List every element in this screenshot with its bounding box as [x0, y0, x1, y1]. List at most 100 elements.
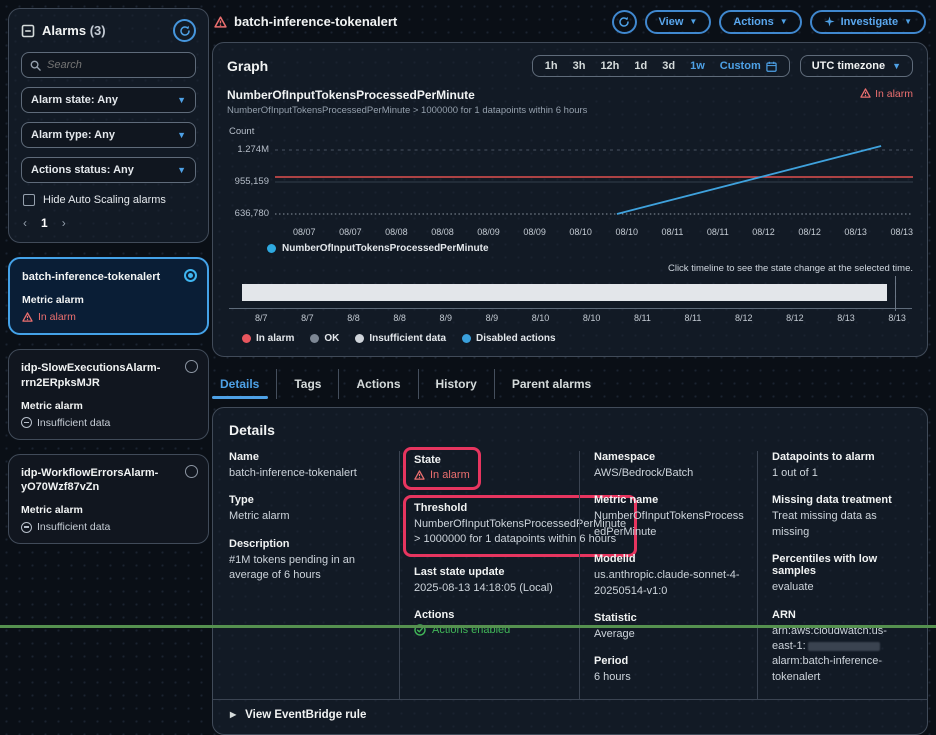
legend-dot-disabled: [462, 334, 471, 343]
page-number[interactable]: 1: [41, 216, 48, 230]
alarm-search: [21, 52, 196, 78]
caret-down-icon: ▼: [780, 17, 788, 26]
range-3h[interactable]: 3h: [573, 60, 586, 72]
search-input[interactable]: [47, 59, 187, 71]
alarm-name-value: batch-inference-tokenalert: [229, 466, 389, 481]
legend-dot-ok: [310, 334, 319, 343]
search-icon: [30, 60, 41, 71]
graph-panel: Graph 1h 3h 12h 1d 3d 1w Custom UTC time…: [212, 42, 928, 357]
timeline-ticks: 8/78/78/88/88/98/98/108/108/118/118/128/…: [229, 308, 912, 323]
insufficient-data-icon: [21, 417, 32, 428]
range-1d[interactable]: 1d: [634, 60, 647, 72]
details-col-3: NamespaceAWS/Bedrock/Batch Metric nameNu…: [579, 451, 757, 699]
chart-legend: NumberOfInputTokensProcessedPerMinute: [267, 243, 913, 254]
tab-details[interactable]: Details: [212, 369, 276, 399]
refresh-button[interactable]: [612, 10, 637, 34]
warning-triangle-icon: [414, 470, 425, 480]
next-page-button[interactable]: ›: [62, 216, 66, 230]
hide-autoscaling-label: Hide Auto Scaling alarms: [43, 194, 166, 206]
warning-triangle-icon: [860, 88, 871, 98]
caret-down-icon: ▼: [177, 130, 186, 140]
legend-dot-metric: [267, 244, 276, 253]
alarm-type-filter[interactable]: Alarm type: Any▼: [21, 122, 196, 148]
details-col-4: Datapoints to alarm1 out of 1 Missing da…: [757, 451, 911, 699]
pagination: ‹ 1 ›: [23, 216, 194, 230]
expander-triangle-icon: ▶: [230, 710, 236, 719]
collapse-panel-icon[interactable]: [21, 24, 35, 38]
graph-state-badge: In alarm: [860, 88, 913, 116]
details-col-1: Namebatch-inference-tokenalert TypeMetri…: [229, 451, 399, 699]
sparkle-icon: [824, 16, 835, 27]
caret-down-icon: ▼: [904, 17, 912, 26]
redacted-account-id: [808, 642, 880, 651]
range-3d[interactable]: 3d: [662, 60, 675, 72]
timeline-bar-insufficient[interactable]: [242, 284, 887, 301]
radio-unselected-icon[interactable]: [185, 465, 198, 478]
chart-plot-area: [275, 140, 913, 224]
arn-value: arn:aws:cloudwatch:us-east-1:alarm:batch…: [772, 624, 901, 686]
metric-subtitle: NumberOfInputTokensProcessedPerMinute > …: [227, 105, 587, 116]
details-panel: Details Namebatch-inference-tokenalert T…: [212, 407, 928, 735]
state-value: In alarm: [414, 469, 470, 481]
timeline-legend: In alarm OK Insufficient data Disabled a…: [242, 333, 913, 344]
y-axis-label: Count: [229, 126, 913, 137]
page-header: batch-inference-tokenalert View▼ Actions…: [212, 8, 928, 35]
tab-history[interactable]: History: [418, 369, 494, 399]
state-annotation-box: State In alarm: [403, 447, 481, 490]
refresh-icon: [618, 16, 630, 28]
metric-chart[interactable]: 1.274M 955,159 636,780: [227, 140, 913, 224]
refresh-icon: [179, 25, 191, 37]
alarm-list-item[interactable]: idp-SlowExecutionsAlarm-rrn2ERpksMJR Met…: [8, 349, 209, 440]
caret-down-icon: ▼: [892, 61, 901, 71]
caret-down-icon: ▼: [177, 165, 186, 175]
timezone-dropdown[interactable]: UTC timezone▼: [800, 55, 913, 77]
metric-line-series: [617, 146, 881, 214]
sidebar-title: Alarms (3): [42, 23, 106, 38]
prev-page-button[interactable]: ‹: [23, 216, 27, 230]
range-1h[interactable]: 1h: [545, 60, 558, 72]
range-12h[interactable]: 12h: [600, 60, 619, 72]
x-axis-ticks: 08/0708/0708/0808/0808/0908/0908/1008/10…: [275, 224, 913, 237]
actions-button[interactable]: Actions▼: [719, 10, 801, 34]
warning-triangle-icon: [22, 312, 33, 322]
page-title: batch-inference-tokenalert: [234, 14, 397, 29]
timeline-cursor: [895, 276, 896, 311]
time-range-selector: 1h 3h 12h 1d 3d 1w Custom: [532, 55, 790, 77]
hide-autoscaling-checkbox[interactable]: [23, 194, 35, 206]
tab-parent-alarms[interactable]: Parent alarms: [494, 369, 608, 399]
detail-tabs: Details Tags Actions History Parent alar…: [212, 369, 928, 399]
legend-dot-insufficient: [355, 334, 364, 343]
range-1w-active[interactable]: 1w: [690, 60, 705, 72]
alarm-state-badge: In alarm: [22, 311, 195, 323]
actions-status-filter[interactable]: Actions status: Any▼: [21, 157, 196, 183]
alarm-list-item[interactable]: batch-inference-tokenalert Metric alarm …: [8, 257, 209, 335]
graph-panel-title: Graph: [227, 58, 268, 74]
view-button[interactable]: View▼: [645, 10, 712, 34]
alarms-filter-panel: Alarms (3) Alarm state: Any▼ Alarm type:…: [8, 8, 209, 243]
alarm-state-badge: Insufficient data: [21, 521, 196, 533]
radio-unselected-icon[interactable]: [185, 360, 198, 373]
tab-actions[interactable]: Actions: [338, 369, 417, 399]
range-custom[interactable]: Custom: [720, 60, 777, 72]
alarms-sidebar: Alarms (3) Alarm state: Any▼ Alarm type:…: [8, 8, 209, 544]
alarm-state-badge: Insufficient data: [21, 417, 196, 429]
state-timeline[interactable]: [227, 276, 913, 308]
details-col-2: State In alarm Threshold NumberOfInputTo…: [399, 451, 579, 699]
sidebar-refresh-button[interactable]: [173, 19, 196, 42]
alarm-list-item[interactable]: idp-WorkflowErrorsAlarm-yO70Wzf87vZn Met…: [8, 454, 209, 545]
warning-triangle-icon: [214, 16, 227, 28]
view-eventbridge-rule-expander[interactable]: ▶ View EventBridge rule: [213, 699, 927, 730]
tab-tags[interactable]: Tags: [276, 369, 338, 399]
y-axis-ticks: 1.274M 955,159 636,780: [227, 140, 275, 224]
calendar-icon: [766, 61, 777, 72]
insufficient-data-icon: [21, 522, 32, 533]
metric-title: NumberOfInputTokensProcessedPerMinute: [227, 88, 587, 102]
legend-dot-inalarm: [242, 334, 251, 343]
caret-down-icon: ▼: [177, 95, 186, 105]
investigate-button[interactable]: Investigate▼: [810, 10, 926, 34]
alarm-state-filter[interactable]: Alarm state: Any▼: [21, 87, 196, 113]
details-heading: Details: [229, 422, 911, 438]
radio-selected-icon[interactable]: [184, 269, 197, 282]
caret-down-icon: ▼: [689, 17, 697, 26]
timeline-hint: Click timeline to see the state change a…: [227, 263, 913, 274]
